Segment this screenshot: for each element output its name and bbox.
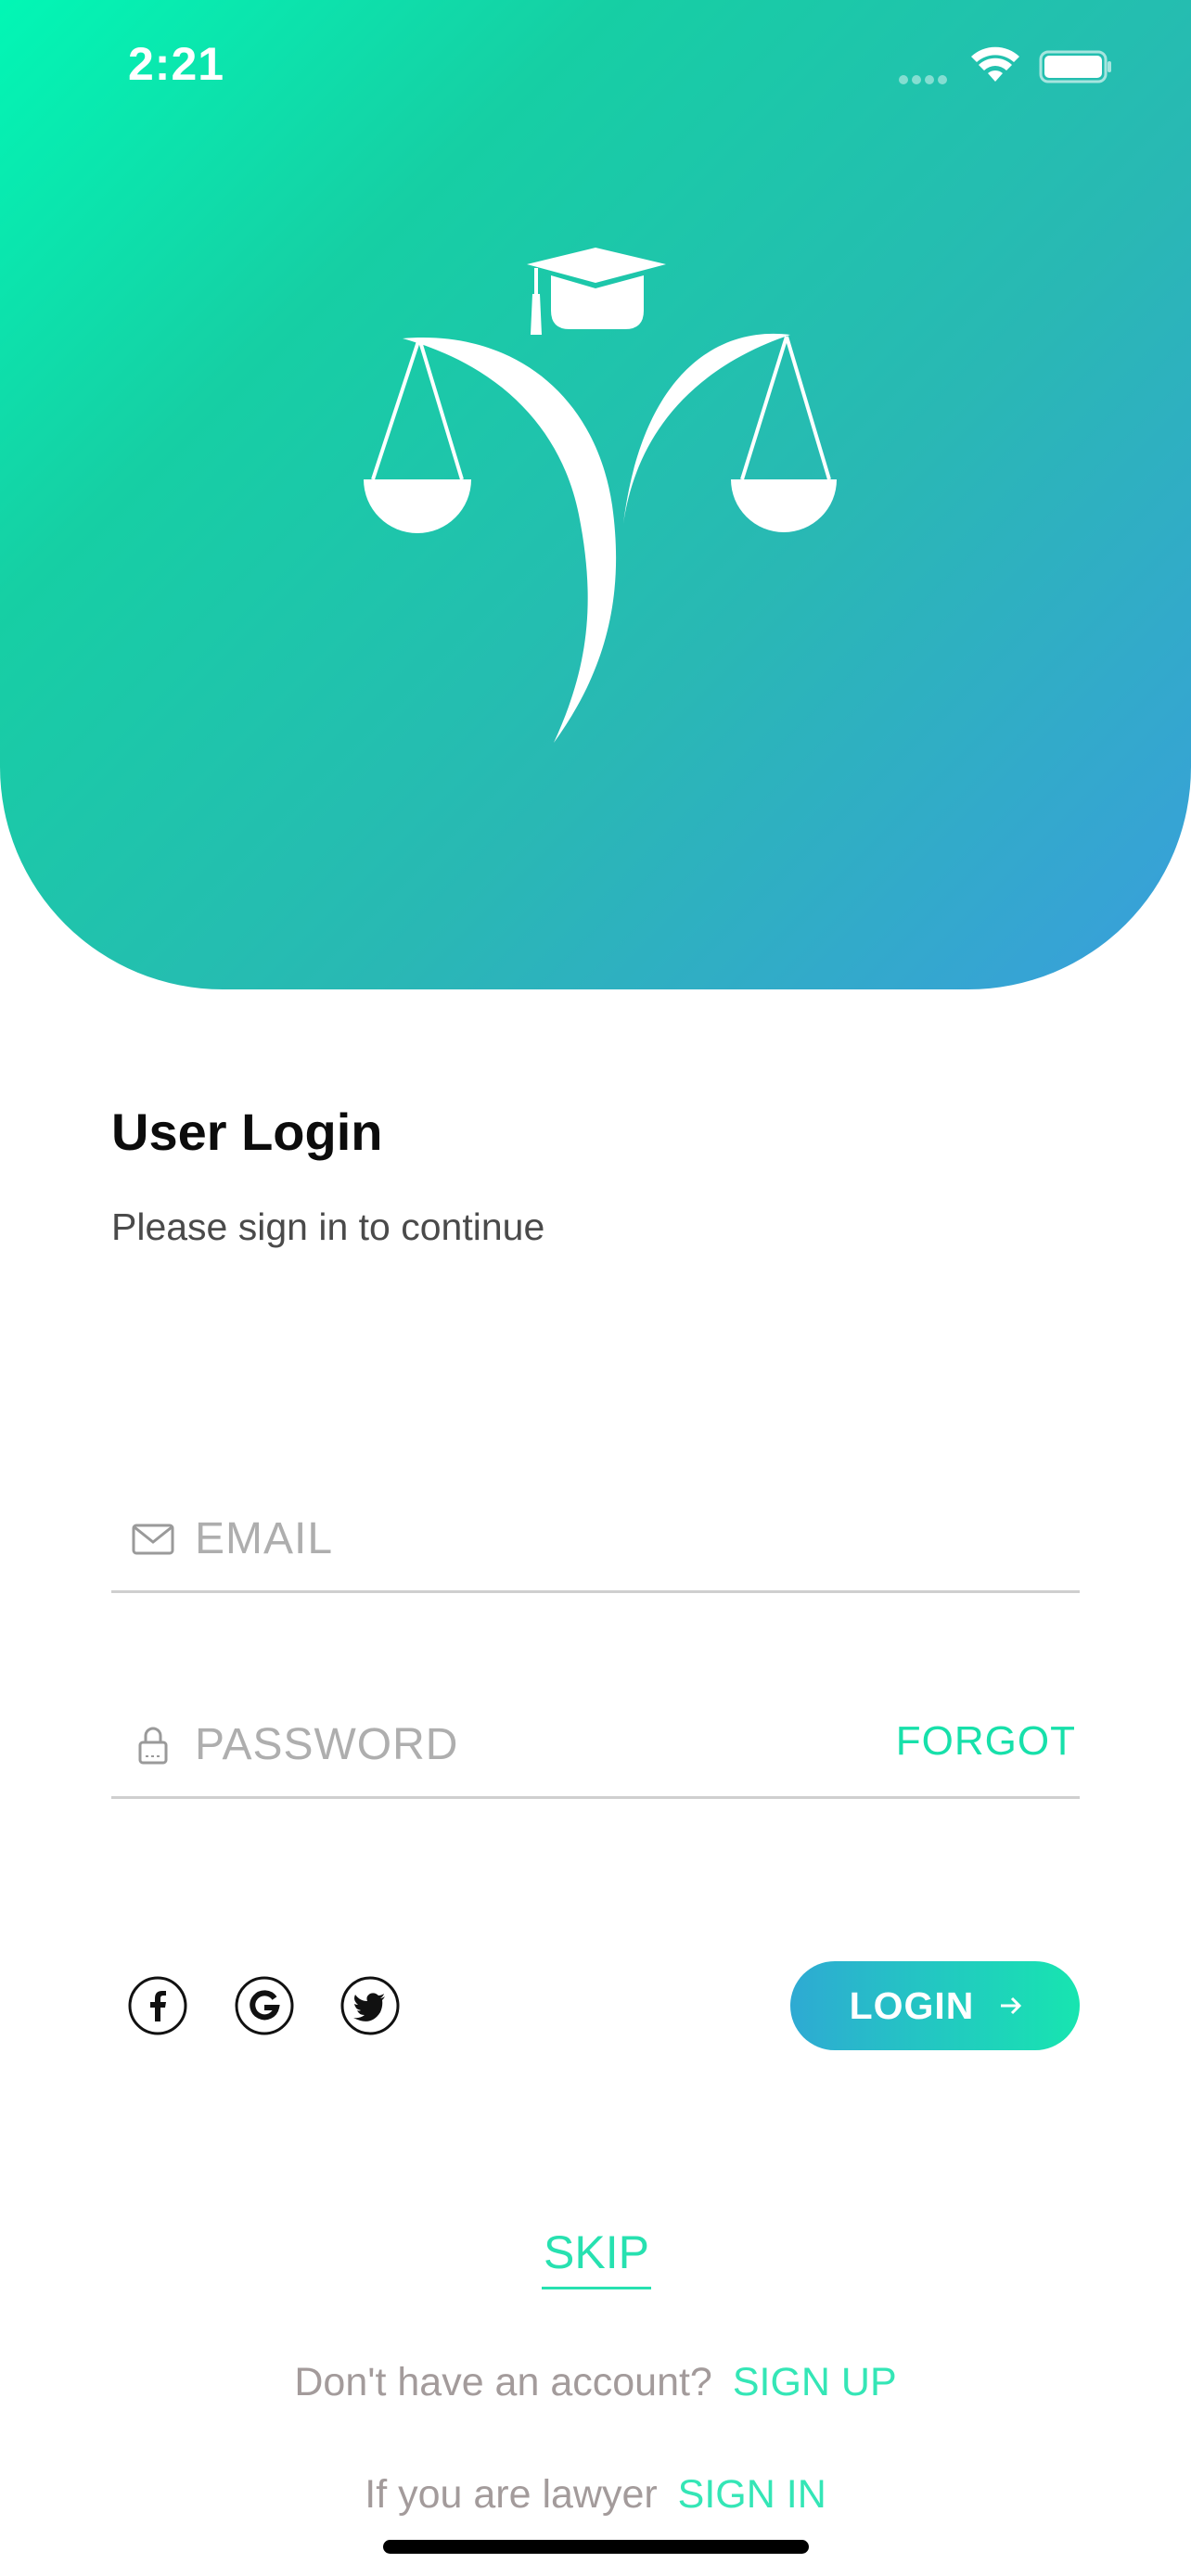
login-screen: 2:21 User Login Please sign in to contin… (0, 0, 1191, 2576)
page-title: User Login (111, 1103, 383, 1161)
lock-icon (138, 1727, 168, 1765)
forgot-password-link[interactable]: FORGOT (896, 1718, 1076, 1765)
email-input[interactable] (195, 1501, 955, 1575)
sign-up-link[interactable]: SIGN UP (733, 2360, 897, 2404)
email-field-container (111, 1488, 1080, 1593)
skip-underline (542, 2287, 651, 2289)
wifi-icon (971, 46, 1019, 82)
battery-icon (1039, 50, 1111, 83)
signal-dots-icon (899, 72, 954, 84)
scales-of-justice-graduation-cap-logo (364, 248, 837, 743)
lawyer-sign-in-link[interactable]: SIGN IN (678, 2472, 826, 2517)
google-icon[interactable] (234, 1975, 295, 2036)
password-field-container: FORGOT (111, 1694, 1080, 1799)
skip-link[interactable]: SKIP (542, 2225, 651, 2279)
lawyer-signin-prompt: If you are lawyer SIGN IN (0, 2472, 1191, 2518)
signup-prompt: Don't have an account? SIGN UP (0, 2360, 1191, 2405)
status-time: 2:21 (128, 38, 225, 90)
page-subtitle: Please sign in to continue (111, 1205, 545, 1248)
login-button[interactable]: LOGIN (790, 1961, 1080, 2050)
password-input[interactable] (195, 1707, 955, 1781)
arrow-right-icon (1001, 1996, 1022, 2015)
header-banner: 2:21 (0, 0, 1191, 989)
no-account-text: Don't have an account? (294, 2360, 712, 2404)
home-indicator[interactable] (383, 2540, 809, 2554)
facebook-icon[interactable] (127, 1975, 188, 2036)
twitter-icon[interactable] (339, 1975, 401, 2036)
lawyer-text: If you are lawyer (365, 2472, 658, 2517)
mail-icon (132, 1524, 174, 1555)
login-button-label: LOGIN (849, 1983, 975, 2027)
